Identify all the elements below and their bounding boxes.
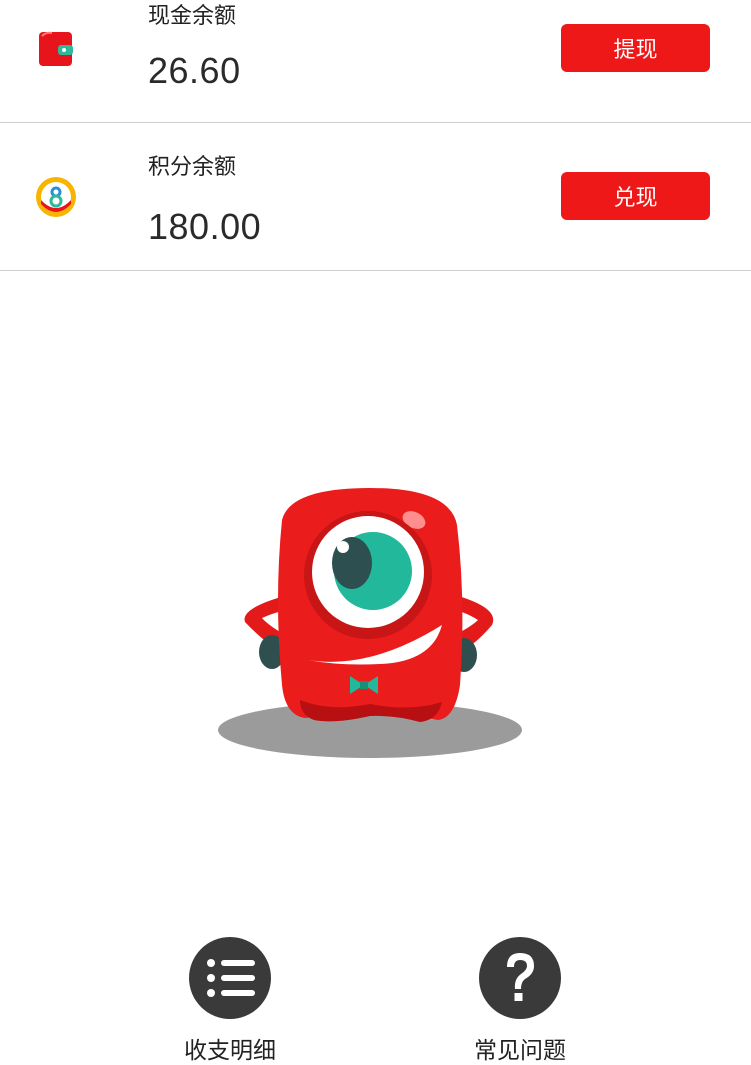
points-balance-amount: 180.00 xyxy=(148,206,262,247)
faq-button[interactable]: 常见问题 xyxy=(450,937,590,1065)
cash-balance-row: 现金余额 26.60 提现 xyxy=(0,0,751,123)
wallet-icon xyxy=(38,30,74,72)
question-icon xyxy=(479,937,561,1019)
mascot-illustration xyxy=(210,480,540,769)
details-label: 收支明细 xyxy=(184,1038,276,1064)
withdraw-button[interactable]: 提现 xyxy=(561,24,710,72)
points-coin-icon xyxy=(35,176,77,222)
cash-balance-label: 现金余额 xyxy=(148,4,237,29)
redeem-button[interactable]: 兑现 xyxy=(561,172,710,220)
income-expense-details-button[interactable]: 收支明细 xyxy=(160,937,300,1065)
list-icon xyxy=(189,937,271,1019)
points-balance-row: 积分余额 180.00 兑现 xyxy=(0,123,751,271)
cash-balance-amount: 26.60 xyxy=(148,50,241,91)
points-balance-label: 积分余额 xyxy=(148,155,237,180)
faq-label: 常见问题 xyxy=(474,1038,566,1064)
